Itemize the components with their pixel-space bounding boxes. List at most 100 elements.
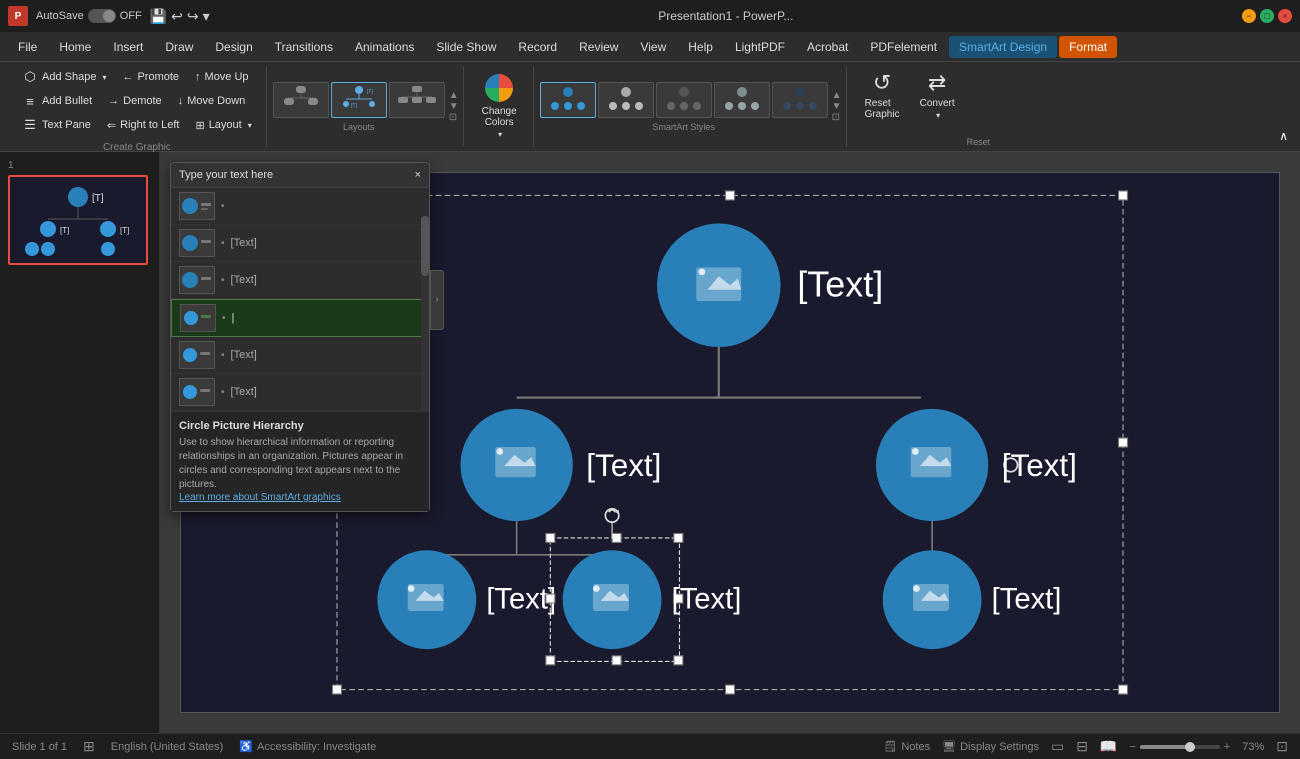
text-pane-title: Type your text here <box>179 169 273 181</box>
layout-thumb-1[interactable] <box>273 82 329 118</box>
convert-label: Convert <box>920 98 955 109</box>
add-shape-icon: ⬡ <box>22 69 38 85</box>
zoom-track[interactable] <box>1140 745 1220 749</box>
zoom-out-button[interactable]: − <box>1129 741 1135 753</box>
layout-thumb-3[interactable] <box>389 82 445 118</box>
display-settings-button[interactable]: 🖥 Display Settings <box>942 740 1039 753</box>
text-pane-thumb-2 <box>179 266 215 294</box>
notes-button[interactable]: 🗒 Notes <box>883 740 930 753</box>
bullet-0: • <box>221 201 225 212</box>
style-svg-5 <box>775 84 825 116</box>
menu-design[interactable]: Design <box>205 36 262 58</box>
demote-button[interactable]: → Demote <box>102 92 168 110</box>
smartart-styles-label: SmartArt Styles <box>540 122 828 132</box>
reset-graphic-button[interactable]: ↺ ResetGraphic <box>857 66 908 124</box>
reading-view-button[interactable]: 📖 <box>1100 738 1117 755</box>
ribbon-row-1: ⬡ Add Shape ▾ ← Promote ↑ Move Up <box>16 66 255 88</box>
menu-view[interactable]: View <box>630 36 676 58</box>
style-svg-1 <box>543 84 593 116</box>
minimize-button[interactable]: − <box>1242 9 1256 23</box>
accessibility-button[interactable]: ♿ Accessibility: Investigate <box>239 740 376 753</box>
add-shape-button[interactable]: ⬡ Add Shape ▾ <box>16 66 112 88</box>
slide-thumbnail[interactable]: [T] [T] [T] <box>8 175 148 265</box>
layout-scroll-up[interactable]: ▲ <box>449 90 459 101</box>
svg-text:[Text]: [Text] <box>797 264 883 305</box>
slide-sorter-button[interactable]: ⊟ <box>1076 738 1088 755</box>
menu-pdfelement[interactable]: PDFelement <box>860 36 947 58</box>
menu-smartart-design[interactable]: SmartArt Design <box>949 36 1057 58</box>
menu-review[interactable]: Review <box>569 36 628 58</box>
style-expand[interactable]: ⊡ <box>832 112 842 123</box>
fit-slide-button[interactable]: ⊞ <box>83 738 95 755</box>
svg-text:[T]: [T] <box>367 89 373 95</box>
change-colors-dropdown-icon: ▾ <box>498 130 502 139</box>
text-pane-thumb-3 <box>180 304 216 332</box>
language-indicator: English (United States) <box>111 741 224 753</box>
autosave-toggle[interactable] <box>88 9 116 23</box>
move-down-button[interactable]: ↓ Move Down <box>172 92 252 110</box>
maximize-button[interactable]: □ <box>1260 9 1274 23</box>
fit-window-button[interactable]: ⊡ <box>1276 738 1288 755</box>
menu-transitions[interactable]: Transitions <box>265 36 343 58</box>
undo-dropdown-icon[interactable]: ▾ <box>203 8 210 25</box>
menu-draw[interactable]: Draw <box>155 36 203 58</box>
text-pane-button[interactable]: ☰ Text Pane <box>16 114 97 136</box>
expand-ribbon-button[interactable]: ∧ <box>1275 125 1292 147</box>
layout-scroll-down[interactable]: ▼ <box>449 101 459 112</box>
undo-icon[interactable]: ↩ <box>171 8 183 25</box>
menu-slideshow[interactable]: Slide Show <box>426 36 506 58</box>
main-area: 1 [T] [T] [T] Type your text here <box>0 152 1300 733</box>
menu-lightpdf[interactable]: LightPDF <box>725 36 795 58</box>
layout-dropdown-icon: ▾ <box>248 121 252 130</box>
style-scroll-down[interactable]: ▼ <box>832 101 842 112</box>
add-shape-dropdown-icon: ▾ <box>102 73 106 82</box>
style-scroll-up[interactable]: ▲ <box>832 90 842 101</box>
text-pane-close-button[interactable]: × <box>415 169 421 181</box>
smartart-learn-more-link[interactable]: Learn more about SmartArt graphics <box>179 492 421 503</box>
convert-button[interactable]: ⇄ Convert ▾ <box>912 66 963 124</box>
style-thumbs: SmartArt Styles <box>540 82 828 132</box>
slide-number: 1 <box>8 160 151 171</box>
right-to-left-button[interactable]: ⇐ Right to Left <box>101 116 186 135</box>
promote-button[interactable]: ← Promote <box>116 68 185 86</box>
text-pane-footer: Circle Picture Hierarchy Use to show hie… <box>171 411 429 511</box>
add-bullet-icon: ≡ <box>22 93 38 109</box>
svg-text:[Text]: [Text] <box>586 448 661 483</box>
style-thumb-5[interactable] <box>772 82 828 118</box>
layout-expand[interactable]: ⊡ <box>449 112 459 123</box>
menu-help[interactable]: Help <box>678 36 723 58</box>
redo-icon[interactable]: ↪ <box>187 8 199 25</box>
menu-file[interactable]: File <box>8 36 47 58</box>
create-graphic-label: Create Graphic <box>103 138 171 153</box>
menu-format[interactable]: Format <box>1059 36 1117 58</box>
menu-home[interactable]: Home <box>49 36 101 58</box>
text-pane-scrollbar[interactable] <box>421 216 429 411</box>
close-button[interactable]: × <box>1278 9 1292 23</box>
style-thumb-4[interactable] <box>714 82 770 118</box>
menu-insert[interactable]: Insert <box>103 36 153 58</box>
display-settings-icon: 🖥 <box>942 740 956 753</box>
svg-text:[T]: [T] <box>351 103 357 109</box>
layouts-label: Layouts <box>273 122 445 132</box>
style-thumb-2[interactable] <box>598 82 654 118</box>
style-thumb-3[interactable] <box>656 82 712 118</box>
text-pane-item-1: • [Text] <box>171 225 429 262</box>
text-pane-toggle-button[interactable]: › <box>430 270 444 330</box>
change-colors-button[interactable]: ChangeColors ▾ <box>474 70 525 143</box>
ribbon-group-layouts: [T] [T] <box>269 66 464 147</box>
add-bullet-button[interactable]: ≡ Add Bullet <box>16 90 98 112</box>
reset-label: Reset <box>967 137 991 147</box>
zoom-level[interactable]: 73% <box>1242 741 1264 753</box>
menu-animations[interactable]: Animations <box>345 36 424 58</box>
style-thumb-1[interactable] <box>540 82 596 118</box>
normal-view-button[interactable]: ▭ <box>1051 738 1064 755</box>
save-icon[interactable]: 💾 <box>150 8 167 25</box>
layout-thumb-2[interactable]: [T] [T] <box>331 82 387 118</box>
zoom-in-button[interactable]: + <box>1224 741 1230 753</box>
menu-acrobat[interactable]: Acrobat <box>797 36 858 58</box>
layout-svg-2: [T] [T] <box>334 84 384 116</box>
layout-button[interactable]: ⊞ Layout ▾ <box>189 116 257 135</box>
menu-record[interactable]: Record <box>508 36 567 58</box>
move-up-button[interactable]: ↑ Move Up <box>189 68 255 86</box>
svg-text:[Text]: [Text] <box>672 584 742 616</box>
